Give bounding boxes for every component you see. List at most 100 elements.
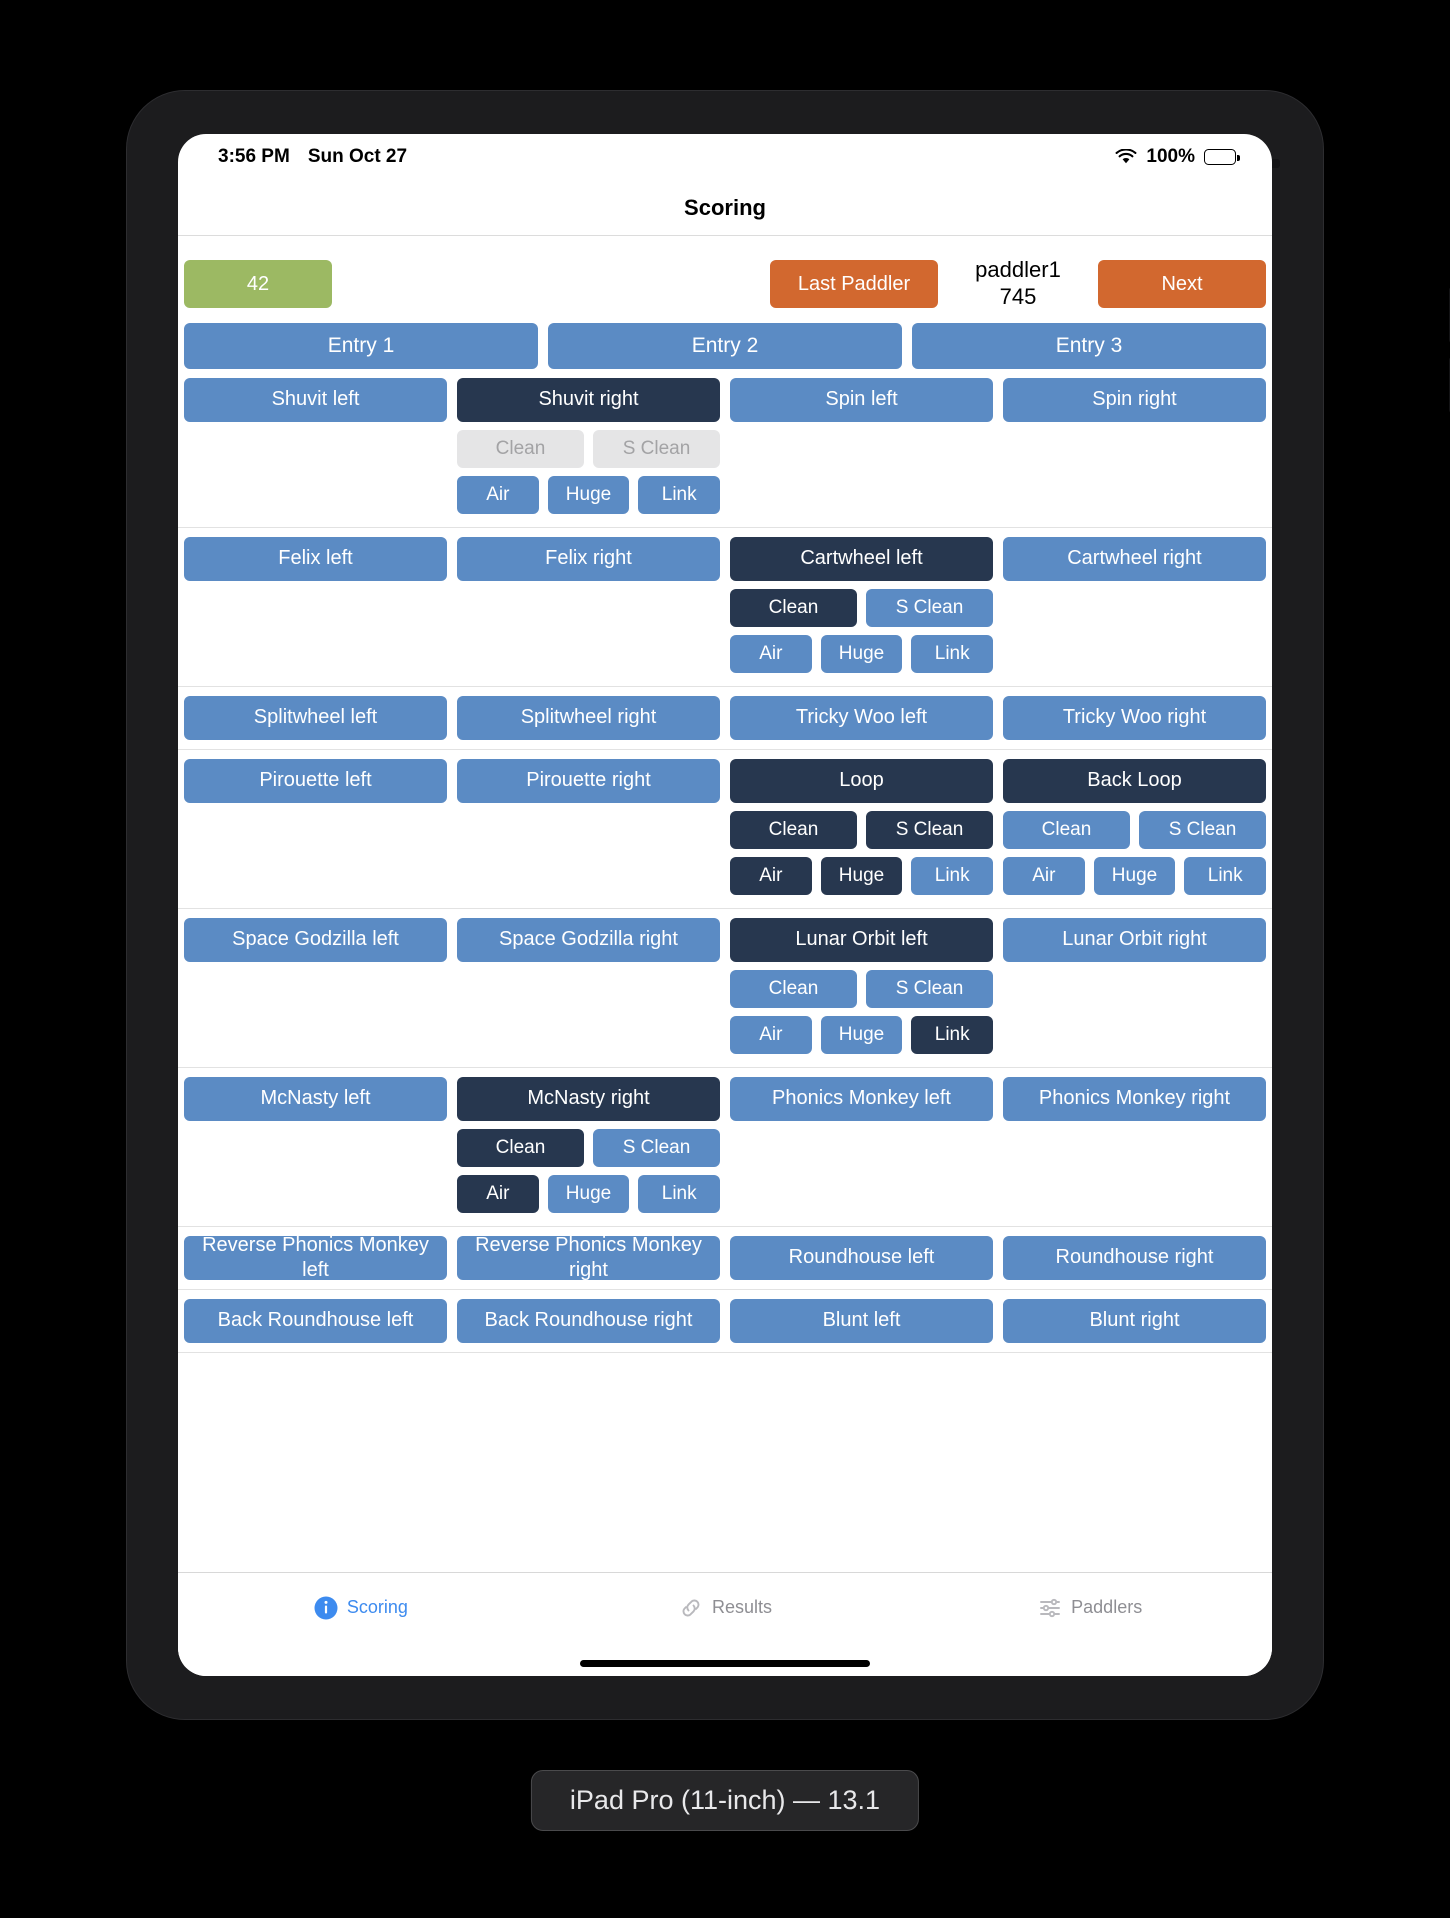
trick-cell: Blunt left [730,1298,993,1343]
option-button-clean[interactable]: Clean [730,588,857,627]
option-button-air[interactable]: Air [730,1015,812,1054]
trick-button[interactable]: Tricky Woo right [1003,695,1266,740]
trick-button[interactable]: Roundhouse right [1003,1235,1266,1280]
trick-button[interactable]: Tricky Woo left [730,695,993,740]
page-title: Scoring [684,194,766,220]
last-paddler-button[interactable]: Last Paddler [770,259,938,308]
home-indicator-area [178,1650,1272,1676]
option-button-huge[interactable]: Huge [820,1015,903,1054]
option-button-clean[interactable]: Clean [457,1128,584,1167]
trick-row: Shuvit left Shuvit right Clean S Clean Air Hu… [178,377,1272,528]
option-button-huge[interactable]: Huge [820,856,903,895]
trick-button[interactable]: Pirouette right [457,758,720,803]
trick-button[interactable]: Splitwheel right [457,695,720,740]
option-button-air[interactable]: Air [457,475,539,514]
trick-button[interactable]: Phonics Monkey left [730,1076,993,1121]
trick-button[interactable]: Felix left [184,536,447,581]
trick-button[interactable]: Cartwheel right [1003,536,1266,581]
option-button-s-clean: S Clean [593,429,720,468]
option-button-clean[interactable]: Clean [730,810,857,849]
trick-button[interactable]: Lunar Orbit right [1003,917,1266,962]
trick-button[interactable]: Spin right [1003,377,1266,422]
trick-options-group: Clean S Clean Air Huge Link [457,429,721,514]
option-button-air[interactable]: Air [730,634,812,673]
option-button-air[interactable]: Air [457,1174,539,1213]
option-button-huge[interactable]: Huge [547,1174,630,1213]
trick-cell: Shuvit left [184,377,447,518]
tab-paddlers[interactable]: Paddlers [907,1573,1272,1650]
trick-button[interactable]: Spin left [730,377,993,422]
trick-cell: Pirouette left [184,758,447,899]
status-time: 3:56 PM [218,146,290,167]
trick-button[interactable]: Loop [730,758,993,803]
trick-button[interactable]: Back Roundhouse left [184,1298,447,1343]
modifier-options-row: Air Huge Link [457,475,721,514]
trick-button[interactable]: Blunt left [730,1298,993,1343]
trick-button[interactable]: Shuvit right [457,377,720,422]
quality-options-row: Clean S Clean [457,1128,720,1167]
home-indicator[interactable] [580,1659,870,1667]
option-button-huge[interactable]: Huge [1093,856,1176,895]
option-button-s-clean[interactable]: S Clean [866,588,993,627]
trick-button[interactable]: Splitwheel left [184,695,447,740]
trick-button[interactable]: McNasty left [184,1076,447,1121]
option-button-link[interactable]: Link [1184,856,1267,895]
option-button-link[interactable]: Link [638,1174,721,1213]
status-date: Sun Oct 27 [307,146,408,167]
tab-bar: Scoring Results Paddlers [178,1572,1272,1650]
trick-row: Reverse Phonics Monkey left Reverse Phoni… [178,1234,1272,1290]
trick-row: Felix left Felix right Cartwheel left Clean… [178,536,1272,687]
trick-button[interactable]: Blunt right [1003,1298,1266,1343]
trick-button[interactable]: Lunar Orbit left [730,917,993,962]
trick-button[interactable]: Roundhouse left [730,1235,993,1280]
trick-cell: Pirouette right [457,758,720,899]
option-button-link[interactable]: Link [911,634,994,673]
entry-button-1[interactable]: Entry 1 [184,322,538,369]
next-paddler-button[interactable]: Next [1098,259,1266,308]
option-button-air[interactable]: Air [1003,856,1085,895]
trick-button[interactable]: Back Roundhouse right [457,1298,720,1343]
trick-button[interactable]: Cartwheel left [730,536,993,581]
trick-cell: McNasty right Clean S Clean Air Huge Link [457,1076,721,1217]
trick-button[interactable]: Pirouette left [184,758,447,803]
trick-button[interactable]: Phonics Monkey right [1003,1076,1266,1121]
option-button-air[interactable]: Air [730,856,812,895]
option-button-link[interactable]: Link [911,1015,994,1054]
option-button-clean: Clean [457,429,584,468]
option-button-s-clean[interactable]: S Clean [866,810,993,849]
trick-button[interactable]: McNasty right [457,1076,720,1121]
option-button-clean[interactable]: Clean [730,969,857,1008]
trick-button[interactable]: Reverse Phonics Monkey right [457,1234,720,1281]
link-chain-icon [678,1595,704,1621]
trick-row: McNasty left McNasty right Clean S Clean Air… [178,1076,1272,1227]
entry-cell: Entry 2 [548,322,902,369]
option-button-link[interactable]: Link [911,856,994,895]
option-button-s-clean[interactable]: S Clean [866,969,993,1008]
trick-cell: Roundhouse right [1003,1235,1266,1280]
tab-results[interactable]: Results [543,1573,908,1650]
option-button-huge[interactable]: Huge [547,475,630,514]
trick-button[interactable]: Back Loop [1003,758,1266,803]
entry-button-2[interactable]: Entry 2 [548,322,902,369]
trick-cell: Splitwheel right [457,695,720,740]
trick-button[interactable]: Space Godzilla left [184,917,447,962]
trick-options-group: Clean S Clean Air Huge Link [730,588,994,673]
option-button-s-clean[interactable]: S Clean [1139,810,1266,849]
trick-button[interactable]: Reverse Phonics Monkey left [184,1234,447,1281]
trick-cell: Loop Clean S Clean Air Huge Link [730,758,994,899]
battery-full-icon [1204,149,1240,165]
tab-label: Paddlers [1071,1597,1143,1617]
option-button-clean[interactable]: Clean [1003,810,1130,849]
option-button-huge[interactable]: Huge [820,634,903,673]
trick-cell: Roundhouse left [730,1235,993,1280]
tab-scoring[interactable]: Scoring [178,1573,543,1650]
trick-cell: Back Roundhouse left [184,1298,447,1343]
trick-button[interactable]: Shuvit left [184,377,447,422]
trick-button[interactable]: Felix right [457,536,720,581]
option-button-link[interactable]: Link [638,475,721,514]
trick-button[interactable]: Space Godzilla right [457,917,720,962]
trick-cell: Phonics Monkey right [1003,1076,1266,1217]
option-button-s-clean[interactable]: S Clean [593,1128,720,1167]
status-bar: 3:56 PM Sun Oct 27 100% [178,134,1272,180]
entry-button-3[interactable]: Entry 3 [912,322,1266,369]
